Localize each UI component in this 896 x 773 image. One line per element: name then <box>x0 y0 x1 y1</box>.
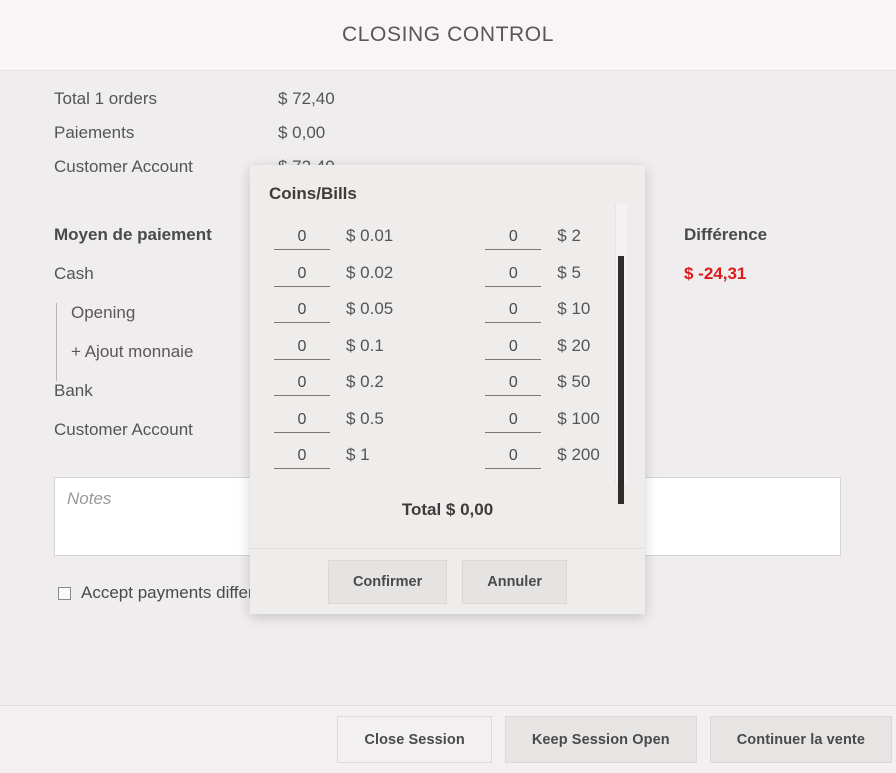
coin-grid: $ 0.01 $ 0.02 $ 0.05 $ 0.1 $ 0.2 <box>274 226 645 482</box>
coin-denom-label: $ 2 <box>557 226 581 245</box>
coins-bills-dialog: Coins/Bills $ 0.01 $ 0.02 $ 0.05 $ 0.1 <box>250 165 645 614</box>
coin-denom-label: $ 0.01 <box>346 226 394 245</box>
coin-row: $ 0.01 <box>274 226 393 263</box>
dialog-total-label: Total $ 0,00 <box>401 499 494 519</box>
coin-row: $ 50 <box>485 372 600 409</box>
confirm-button[interactable]: Confirmer <box>327 559 448 604</box>
coin-count-input[interactable] <box>485 410 542 433</box>
coin-denom-label: $ 1 <box>346 445 370 464</box>
difference-value: $ -24,31 <box>684 264 747 283</box>
coin-count-input[interactable] <box>485 447 542 469</box>
coin-column-right: $ 2 $ 5 $ 10 $ 20 $ 50 <box>485 226 600 482</box>
coin-count-input[interactable] <box>274 374 330 396</box>
coin-denom-label: $ 50 <box>557 372 591 391</box>
summary-label: Paiements <box>54 123 135 142</box>
coin-row: $ 0.02 <box>274 263 393 300</box>
coin-row: $ 0.1 <box>274 336 393 373</box>
continue-sale-button[interactable]: Continuer la vente <box>709 716 892 763</box>
summary-label: Total 1 orders <box>54 89 157 108</box>
difference-header: Différence <box>684 225 768 244</box>
coin-denom-label: $ 0.2 <box>346 372 384 391</box>
dialog-title: Coins/Bills <box>269 184 357 203</box>
close-session-button[interactable]: Close Session <box>337 716 492 763</box>
page-title: CLOSING CONTROL <box>341 23 555 46</box>
coin-count-input[interactable] <box>274 337 330 360</box>
dialog-scrollbar[interactable] <box>615 204 627 504</box>
coin-denom-label: $ 5 <box>557 262 581 282</box>
summary-row: Paiements $ 0,00 <box>54 123 896 157</box>
coin-row: $ 1 <box>274 445 393 482</box>
coin-denom-label: $ 20 <box>557 335 591 355</box>
coin-column-left: $ 0.01 $ 0.02 $ 0.05 $ 0.1 $ 0.2 <box>274 226 393 482</box>
page-footer: Close Session Keep Session Open Continue… <box>0 705 896 773</box>
coin-denom-label: $ 10 <box>557 299 591 318</box>
accept-difference-checkbox[interactable] <box>58 586 71 600</box>
coin-denom-label: $ 100 <box>557 408 600 428</box>
coin-count-input[interactable] <box>274 447 330 469</box>
coin-row: $ 200 <box>485 445 600 482</box>
coin-row: $ 2 <box>485 226 600 263</box>
summary-label: Customer Account <box>54 157 193 176</box>
summary-value: $ 0,00 <box>278 123 326 142</box>
coin-denom-label: $ 0.5 <box>346 408 384 428</box>
coin-denom-label: $ 0.02 <box>346 262 394 282</box>
coin-row: $ 0.05 <box>274 299 393 336</box>
coin-denom-label: $ 0.05 <box>346 299 394 318</box>
coin-count-input[interactable] <box>274 264 330 287</box>
coin-row: $ 0.2 <box>274 372 393 409</box>
coin-count-input[interactable] <box>485 264 542 287</box>
coin-row: $ 5 <box>485 263 600 300</box>
coin-count-input[interactable] <box>274 410 330 433</box>
coin-denom-label: $ 200 <box>557 445 600 464</box>
dialog-scrollbar-thumb[interactable] <box>618 256 624 504</box>
coin-row: $ 10 <box>485 299 600 336</box>
closing-control-header: CLOSING CONTROL <box>0 0 896 71</box>
coin-row: $ 0.5 <box>274 409 393 446</box>
dialog-body: $ 0.01 $ 0.02 $ 0.05 $ 0.1 $ 0.2 <box>250 204 645 548</box>
coin-count-input[interactable] <box>485 301 542 323</box>
cancel-button[interactable]: Annuler <box>462 559 568 604</box>
coin-count-input[interactable] <box>274 228 330 250</box>
coin-denom-label: $ 0.1 <box>346 335 384 355</box>
keep-session-open-button[interactable]: Keep Session Open <box>504 716 697 763</box>
coin-count-input[interactable] <box>274 301 330 323</box>
dialog-footer: Confirmer Annuler <box>250 548 645 614</box>
coin-row: $ 100 <box>485 409 600 446</box>
coin-count-input[interactable] <box>485 374 542 396</box>
coin-count-input[interactable] <box>485 337 542 360</box>
coin-count-input[interactable] <box>485 228 542 250</box>
summary-row: Total 1 orders $ 72,40 <box>54 89 896 123</box>
coin-row: $ 20 <box>485 336 600 373</box>
summary-value: $ 72,40 <box>278 89 335 108</box>
